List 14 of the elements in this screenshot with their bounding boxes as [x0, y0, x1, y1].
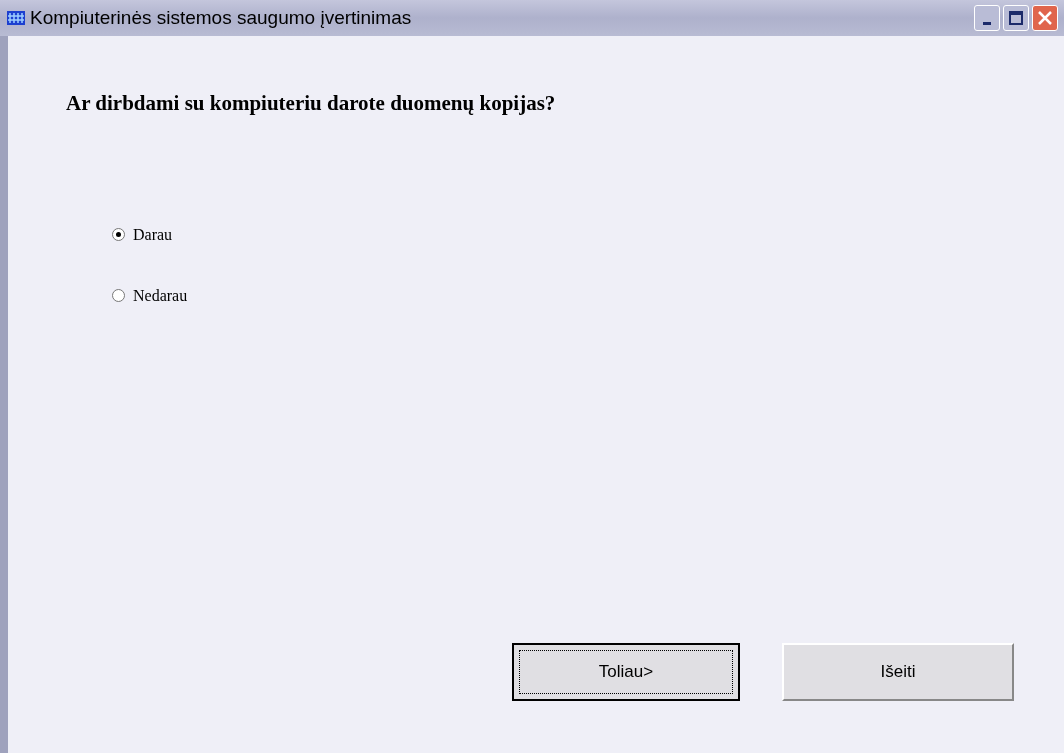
- maximize-button[interactable]: [1003, 5, 1029, 31]
- close-icon: [1037, 10, 1053, 26]
- dialog-button[interactable]: Toliau>: [512, 643, 740, 701]
- radio-option[interactable]: Darau: [112, 222, 1064, 247]
- app-icon: [6, 9, 26, 27]
- dialog-button[interactable]: Išeiti: [782, 643, 1014, 701]
- radio-button[interactable]: [112, 228, 125, 241]
- radio-button[interactable]: [112, 289, 125, 302]
- minimize-icon: [983, 22, 991, 25]
- radio-option[interactable]: Nedarau: [112, 283, 1064, 308]
- question: Ar dirbdami su kompiuteriu darote duomenų kopijas?: [66, 90, 557, 117]
- maximize-icon: [1009, 11, 1023, 25]
- window-title: Kompiuterinės sistemos saugumo įvertinimas: [30, 5, 412, 30]
- minimize-button[interactable]: [974, 5, 1000, 31]
